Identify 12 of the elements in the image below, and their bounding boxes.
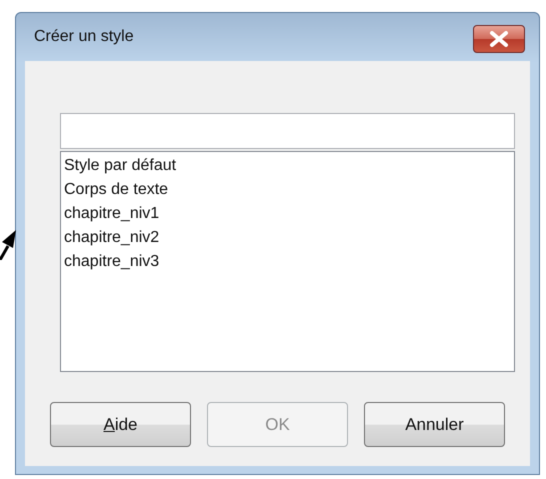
style-name-field[interactable] [60,113,515,149]
arrow-drawing [0,230,16,260]
style-list-item[interactable]: chapitre_niv1 [63,202,512,226]
dialog-button[interactable]: Annuler [364,402,505,447]
style-list-item[interactable]: chapitre_niv2 [63,226,512,250]
style-list-item[interactable]: chapitre_niv3 [63,250,512,274]
style-list-item[interactable]: Corps de texte [63,178,512,202]
close-button[interactable] [473,25,525,53]
style-list-item[interactable]: Style par défaut [63,154,512,178]
dialog-button[interactable]: Aide [50,402,191,447]
window-title: Créer un style [34,28,134,46]
close-icon [489,31,509,47]
